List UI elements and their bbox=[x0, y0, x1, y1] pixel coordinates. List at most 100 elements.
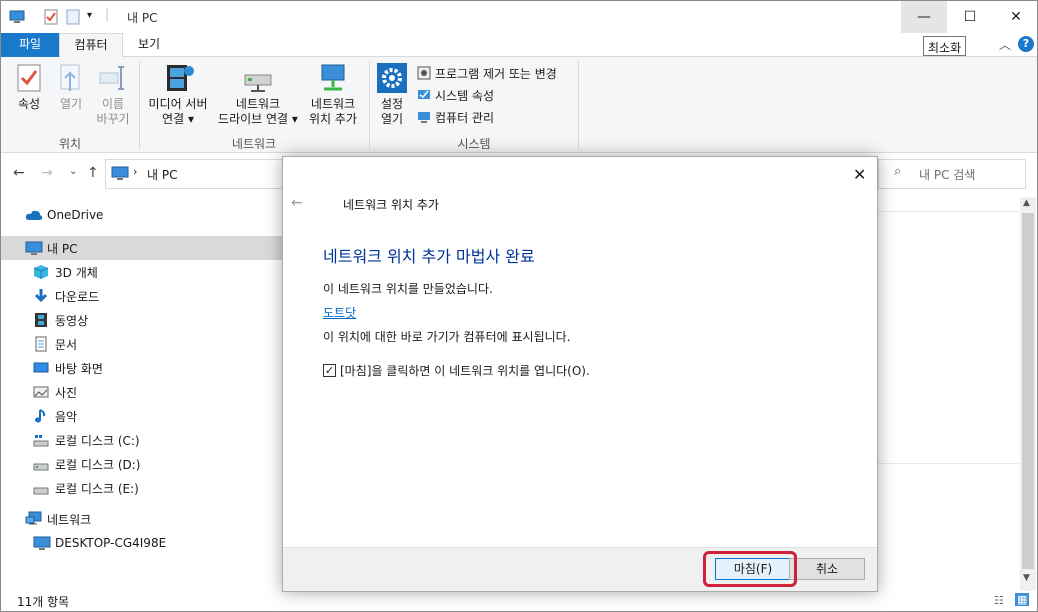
nav-label: 3D 개체 bbox=[55, 265, 98, 280]
rename-label-1: 이름 bbox=[101, 97, 125, 111]
wizard-message: 이 네트워크 위치를 만들었습니다. bbox=[323, 282, 493, 296]
nav-label: 사진 bbox=[55, 385, 78, 400]
open-settings-button[interactable]: 설정 열기 bbox=[375, 63, 409, 127]
minimize-button[interactable]: — bbox=[901, 1, 947, 33]
ribbon-tab-bar: 파일 컴퓨터 보기 ︿ ? bbox=[1, 33, 1037, 58]
nav-label: 동영상 bbox=[55, 313, 89, 328]
system-properties-icon bbox=[418, 90, 430, 99]
download-arrow-icon bbox=[34, 289, 48, 303]
address-path[interactable]: 내 PC bbox=[147, 166, 177, 183]
back-arrow-icon[interactable]: ← bbox=[13, 165, 25, 181]
network-location-icon bbox=[321, 64, 345, 91]
uninstall-program-button[interactable]: 프로그램 제거 또는 변경 bbox=[417, 63, 557, 83]
open-button[interactable]: 열기 bbox=[53, 63, 89, 112]
maximize-button[interactable]: ☐ bbox=[947, 1, 993, 33]
nav-label: 바탕 화면 bbox=[55, 361, 103, 376]
cloud-icon bbox=[25, 210, 43, 220]
breadcrumb-chevron-icon[interactable]: › bbox=[133, 165, 137, 178]
computer-icon bbox=[111, 166, 129, 180]
window-title: 내 PC bbox=[127, 11, 158, 25]
computer-management-button[interactable]: 컴퓨터 관리 bbox=[417, 107, 494, 127]
nav-item-music[interactable]: 음악 bbox=[1, 404, 283, 428]
drive-icon bbox=[33, 463, 49, 471]
nav-item-drive-e[interactable]: 로컬 디스크 (E:) bbox=[1, 476, 283, 500]
map-drive-button[interactable]: 네트워크 드라이브 연결 ▾ bbox=[215, 63, 301, 127]
system-properties-button[interactable]: 시스템 속성 bbox=[417, 85, 494, 105]
close-icon[interactable]: ✕ bbox=[853, 165, 866, 184]
network-icon bbox=[25, 511, 42, 525]
open-location-checkbox-label[interactable]: [마침]을 클릭하면 이 네트워크 위치를 엽니다(O). bbox=[340, 362, 590, 379]
map-drive-label-2: 드라이브 연결 ▾ bbox=[218, 112, 298, 126]
nav-label: 네트워크 bbox=[47, 512, 92, 527]
help-icon[interactable]: ? bbox=[1018, 36, 1034, 52]
add-location-label-1: 네트워크 bbox=[310, 97, 356, 111]
film-icon bbox=[35, 313, 47, 327]
nav-item-desktop[interactable]: 바탕 화면 bbox=[1, 356, 283, 380]
group-separator bbox=[578, 61, 579, 149]
add-location-label-2: 위치 추가 bbox=[309, 112, 357, 126]
media-server-label-1: 미디어 서버 bbox=[148, 97, 208, 111]
tab-computer[interactable]: 컴퓨터 bbox=[59, 33, 123, 58]
nav-item-videos[interactable]: 동영상 bbox=[1, 308, 283, 332]
scroll-up-icon[interactable]: ▲ bbox=[1023, 198, 1030, 208]
nav-item-documents[interactable]: 문서 bbox=[1, 332, 283, 356]
scroll-down-icon[interactable]: ▼ bbox=[1023, 573, 1030, 583]
network-location-link[interactable]: 도트닷 bbox=[323, 304, 356, 321]
nav-label: OneDrive bbox=[47, 208, 104, 222]
address-bar[interactable] bbox=[105, 159, 285, 189]
picture-icon bbox=[33, 386, 49, 398]
properties-quick-icon[interactable] bbox=[43, 9, 59, 25]
ribbon: 속성 열기 이름 바꾸기 위치 미디어 서버 연결 ▾ 네트워크 드라이브 연결… bbox=[1, 57, 1037, 153]
media-server-button[interactable]: 미디어 서버 연결 ▾ bbox=[145, 63, 211, 127]
rename-button[interactable]: 이름 바꾸기 bbox=[93, 63, 133, 127]
properties-label: 속성 bbox=[17, 97, 41, 111]
large-icons-view-icon[interactable]: ▦ bbox=[1015, 593, 1030, 606]
minimize-tooltip: 최소화 bbox=[923, 36, 967, 56]
cancel-button[interactable]: 취소 bbox=[789, 558, 865, 580]
nav-item-mypc[interactable]: 내 PC bbox=[1, 236, 283, 260]
media-server-icon bbox=[167, 65, 194, 91]
rename-label-2: 바꾸기 bbox=[96, 112, 130, 126]
network-drive-icon bbox=[244, 74, 272, 92]
details-view-icon[interactable]: ☷ bbox=[994, 594, 1004, 607]
nav-item-3d-objects[interactable]: 3D 개체 bbox=[1, 260, 283, 284]
nav-label: DESKTOP-CG4I98E bbox=[55, 536, 167, 550]
computer-icon bbox=[25, 241, 43, 255]
ribbon-collapse-icon[interactable]: ︿ bbox=[999, 36, 1011, 53]
back-arrow-icon[interactable]: ← bbox=[291, 195, 303, 211]
recent-locations-chevron-icon[interactable]: ⌄ bbox=[69, 166, 77, 177]
tab-file[interactable]: 파일 bbox=[1, 33, 59, 57]
nav-item-downloads[interactable]: 다운로드 bbox=[1, 284, 283, 308]
drive-icon bbox=[33, 487, 49, 495]
group-label-location: 위치 bbox=[58, 137, 82, 151]
wizard-description: 이 위치에 대한 바로 가기가 컴퓨터에 표시됩니다. bbox=[323, 330, 571, 344]
properties-button[interactable]: 속성 bbox=[9, 63, 49, 112]
up-arrow-icon[interactable]: ↑ bbox=[87, 165, 99, 181]
group-label-system: 시스템 bbox=[457, 137, 491, 151]
nav-item-network[interactable]: 네트워크 bbox=[1, 507, 283, 531]
nav-item-pictures[interactable]: 사진 bbox=[1, 380, 283, 404]
nav-item-desktop-computer[interactable]: DESKTOP-CG4I98E bbox=[1, 531, 283, 555]
tab-view[interactable]: 보기 bbox=[125, 33, 173, 57]
finish-button-highlight bbox=[703, 551, 797, 587]
uninstall-icon bbox=[417, 66, 431, 80]
settings-label-1: 설정 bbox=[380, 97, 404, 111]
open-location-checkbox[interactable]: ✓ bbox=[323, 364, 336, 377]
quick-access-dropdown-icon[interactable]: ▾ bbox=[87, 10, 92, 21]
gear-icon bbox=[377, 63, 407, 93]
forward-arrow-icon[interactable]: → bbox=[41, 165, 53, 181]
nav-item-onedrive[interactable]: OneDrive bbox=[1, 203, 283, 227]
scrollbar-thumb[interactable] bbox=[1022, 213, 1034, 569]
title-separator: | bbox=[105, 7, 110, 21]
uninstall-label: 프로그램 제거 또는 변경 bbox=[435, 66, 557, 81]
nav-item-drive-d[interactable]: 로컬 디스크 (D:) bbox=[1, 452, 283, 476]
map-drive-label-1: 네트워크 bbox=[235, 97, 281, 111]
search-placeholder: 내 PC 검색 bbox=[919, 168, 976, 182]
computer-icon bbox=[9, 10, 25, 23]
desktop-icon bbox=[33, 362, 49, 373]
add-network-location-button[interactable]: 네트워크 위치 추가 bbox=[303, 63, 363, 127]
new-folder-quick-icon[interactable] bbox=[65, 9, 81, 25]
nav-item-drive-c[interactable]: 로컬 디스크 (C:) bbox=[1, 428, 283, 452]
cube-icon bbox=[33, 265, 49, 279]
close-button[interactable]: ✕ bbox=[993, 1, 1037, 33]
